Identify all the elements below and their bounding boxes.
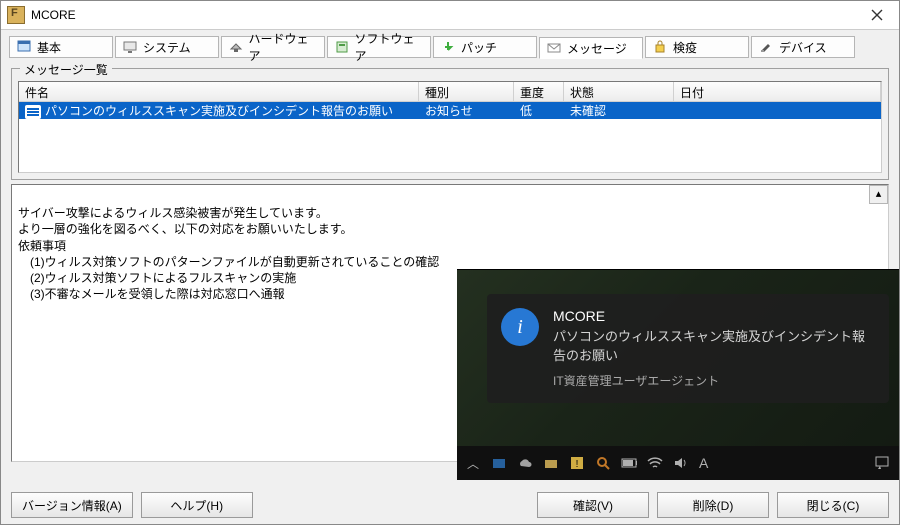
delete-button[interactable]: 削除(D) (657, 492, 769, 518)
col-state[interactable]: 状態 (564, 82, 674, 101)
cell-type: お知らせ (419, 102, 514, 119)
tab-label: メッセージ (567, 40, 627, 57)
tab-quarantine[interactable]: 検疫 (645, 36, 749, 58)
close-icon (871, 9, 883, 21)
window-close-button[interactable] (861, 5, 893, 25)
taskbar: ︿ ! A (457, 446, 899, 480)
info-icon: i (501, 308, 539, 346)
tab-label: デバイス (779, 39, 827, 56)
col-subject[interactable]: 件名 (19, 82, 419, 101)
app-window: MCORE 基本 システム ハードウェア ソフトウェア パッチ メッセージ (0, 0, 900, 525)
col-severity[interactable]: 重度 (514, 82, 564, 101)
tray-battery-icon[interactable] (621, 455, 637, 471)
toast-app: MCORE (553, 308, 873, 324)
title-bar: MCORE (1, 1, 899, 30)
tray-ime-indicator[interactable]: A (699, 455, 708, 471)
tab-label: システム (143, 39, 191, 56)
tray-right (875, 455, 891, 471)
tab-label: 検疫 (673, 39, 697, 56)
tab-device[interactable]: デバイス (751, 36, 855, 58)
confirm-button[interactable]: 確認(V) (537, 492, 649, 518)
tab-message[interactable]: メッセージ (539, 37, 643, 59)
group-legend: メッセージ一覧 (20, 61, 112, 78)
table-row[interactable]: パソコンのウィルススキャン実施及びインシデント報告のお願い お知らせ 低 未確認 (19, 102, 881, 119)
quarantine-icon (652, 39, 668, 55)
tray-volume-icon[interactable] (673, 455, 689, 471)
system-icon (122, 39, 138, 55)
software-icon (334, 39, 349, 55)
tab-system[interactable]: システム (115, 36, 219, 58)
message-body: サイバー攻撃によるウィルス感染被害が発生しています。 より一層の強化を図るべく、… (18, 206, 439, 301)
action-center-icon[interactable] (875, 455, 891, 471)
chevron-up-icon: ▴ (876, 187, 882, 202)
tab-hardware[interactable]: ハードウェア (221, 36, 325, 58)
patch-icon (440, 39, 456, 55)
tray-wifi-icon[interactable] (647, 455, 663, 471)
message-list-group: メッセージ一覧 件名 種別 重度 状態 日付 パソコンのウィルススキャン実施及び… (11, 68, 889, 180)
tray-overflow-chevron-icon[interactable]: ︿ (465, 455, 481, 471)
cell-subject-text: パソコンのウィルススキャン実施及びインシデント報告のお願い (45, 104, 393, 118)
tab-patch[interactable]: パッチ (433, 36, 537, 58)
close-button[interactable]: 閉じる(C) (777, 492, 889, 518)
app-icon (7, 6, 25, 24)
cell-severity: 低 (514, 102, 564, 119)
toast-source: IT資産管理ユーザエージェント (553, 372, 873, 389)
basic-icon (16, 39, 32, 55)
device-icon (758, 39, 774, 55)
tab-label: パッチ (461, 39, 497, 56)
tab-label: ハードウェア (248, 30, 318, 64)
tab-label: ソフトウェア (354, 30, 424, 64)
cell-subject: パソコンのウィルススキャン実施及びインシデント報告のお願い (19, 102, 419, 119)
message-icon (546, 40, 562, 56)
col-type[interactable]: 種別 (419, 82, 514, 101)
window-title: MCORE (31, 8, 861, 22)
tab-software[interactable]: ソフトウェア (327, 36, 431, 58)
notification-toast[interactable]: i MCORE パソコンのウィルススキャン実施及びインシデント報告のお願い IT… (487, 294, 889, 403)
tray-alert-icon[interactable]: ! (569, 455, 585, 471)
hardware-icon (228, 39, 243, 55)
cell-state: 未確認 (564, 102, 674, 119)
tab-strip: 基本 システム ハードウェア ソフトウェア パッチ メッセージ 検疫 デバイス (1, 30, 899, 58)
svg-text:!: ! (576, 459, 579, 470)
tray-app-icon[interactable] (491, 455, 507, 471)
toast-body: MCORE パソコンのウィルススキャン実施及びインシデント報告のお願い IT資産… (553, 308, 873, 389)
tab-label: 基本 (37, 39, 61, 56)
toast-message: パソコンのウィルススキャン実施及びインシデント報告のお願い (553, 328, 873, 366)
col-date[interactable]: 日付 (674, 82, 881, 101)
desktop-overlay: i MCORE パソコンのウィルススキャン実施及びインシデント報告のお願い IT… (457, 269, 899, 480)
listview-header: 件名 種別 重度 状態 日付 (19, 82, 881, 102)
spacer (261, 492, 529, 518)
mail-icon (25, 105, 41, 119)
footer-bar: バージョン情報(A) ヘルプ(H) 確認(V) 削除(D) 閉じる(C) (1, 492, 899, 518)
tray-search-icon[interactable] (595, 455, 611, 471)
message-listview[interactable]: 件名 種別 重度 状態 日付 パソコンのウィルススキャン実施及びインシデント報告… (18, 81, 882, 173)
tray-cloud-icon[interactable] (517, 455, 533, 471)
version-info-button[interactable]: バージョン情報(A) (11, 492, 133, 518)
help-button[interactable]: ヘルプ(H) (141, 492, 253, 518)
tab-basic[interactable]: 基本 (9, 36, 113, 58)
scroll-up-button[interactable]: ▴ (869, 185, 888, 204)
tray-folder-icon[interactable] (543, 455, 559, 471)
